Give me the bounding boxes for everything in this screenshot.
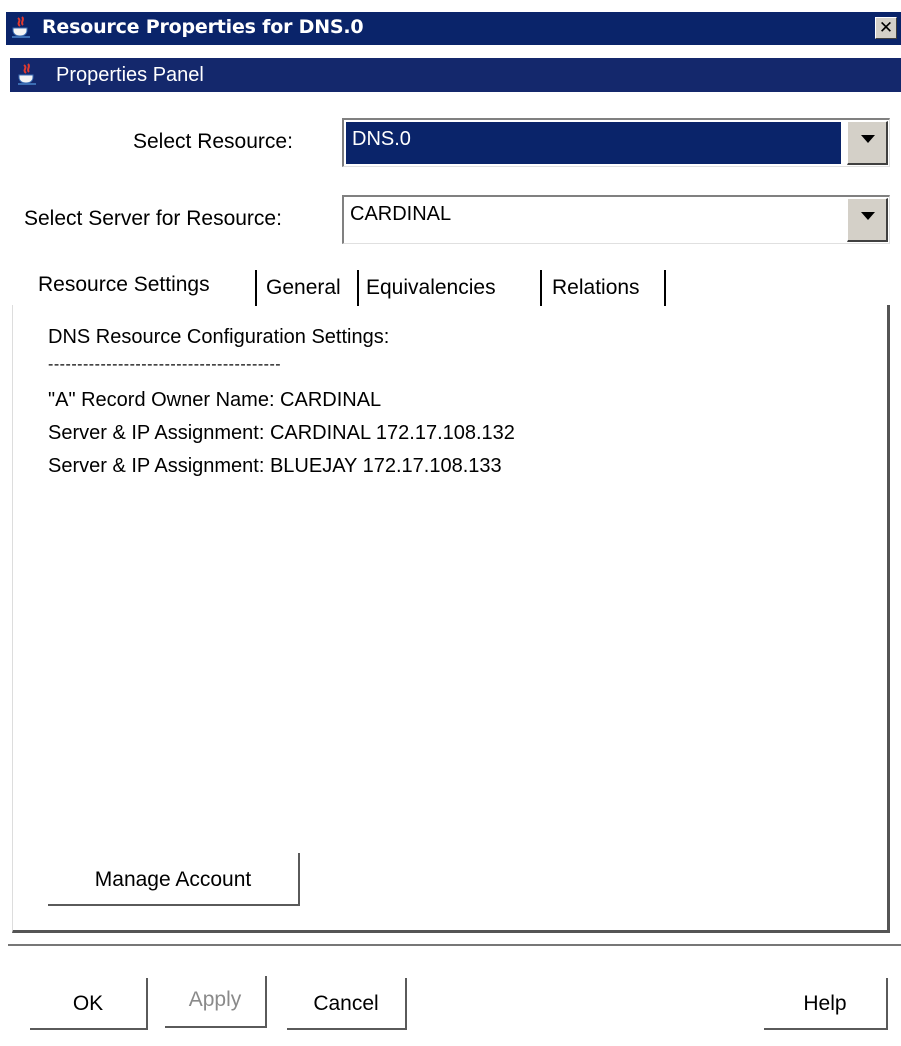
tab-relations[interactable]: Relations <box>552 276 640 300</box>
settings-heading: DNS Resource Configuration Settings: <box>48 326 390 348</box>
record-owner-line: "A" Record Owner Name: CARDINAL <box>48 389 382 411</box>
window-titlebar: Resource Properties for DNS.0 ✕ <box>6 12 901 45</box>
java-coffee-icon <box>12 16 30 38</box>
close-icon: ✕ <box>878 18 894 38</box>
close-button[interactable]: ✕ <box>875 17 897 39</box>
tab-divider <box>357 270 359 306</box>
pane-divider <box>8 944 901 946</box>
select-server-value: CARDINAL <box>350 203 452 225</box>
select-resource-dropdown[interactable]: DNS.0 <box>342 118 890 167</box>
server-ip-line: Server & IP Assignment: BLUEJAY 172.17.1… <box>48 455 502 477</box>
select-resource-label: Select Resource: <box>133 130 293 153</box>
ok-button[interactable]: OK <box>30 978 148 1030</box>
java-coffee-icon <box>18 63 36 85</box>
select-resource-value: DNS.0 <box>352 128 411 150</box>
server-ip-line: Server & IP Assignment: CARDINAL 172.17.… <box>48 422 515 444</box>
cancel-button[interactable]: Cancel <box>287 978 407 1030</box>
tab-equivalencies[interactable]: Equivalencies <box>366 276 496 300</box>
chevron-down-icon[interactable] <box>847 198 888 242</box>
tab-divider <box>255 270 257 306</box>
tab-resource-settings[interactable]: Resource Settings <box>38 273 210 297</box>
help-button[interactable]: Help <box>764 978 888 1030</box>
tab-divider <box>664 270 666 306</box>
window-title: Resource Properties for DNS.0 <box>42 16 364 38</box>
tab-divider <box>540 270 542 306</box>
apply-button[interactable]: Apply <box>165 976 267 1028</box>
manage-account-button[interactable]: Manage Account <box>48 853 300 906</box>
tab-general[interactable]: General <box>266 276 341 300</box>
properties-panel-header: Properties Panel <box>10 58 901 92</box>
chevron-down-icon[interactable] <box>847 121 888 165</box>
panel-title: Properties Panel <box>56 64 204 86</box>
settings-separator: ---------------------------------------- <box>48 356 282 373</box>
select-server-label: Select Server for Resource: <box>24 207 282 230</box>
select-server-dropdown[interactable]: CARDINAL <box>342 195 890 244</box>
